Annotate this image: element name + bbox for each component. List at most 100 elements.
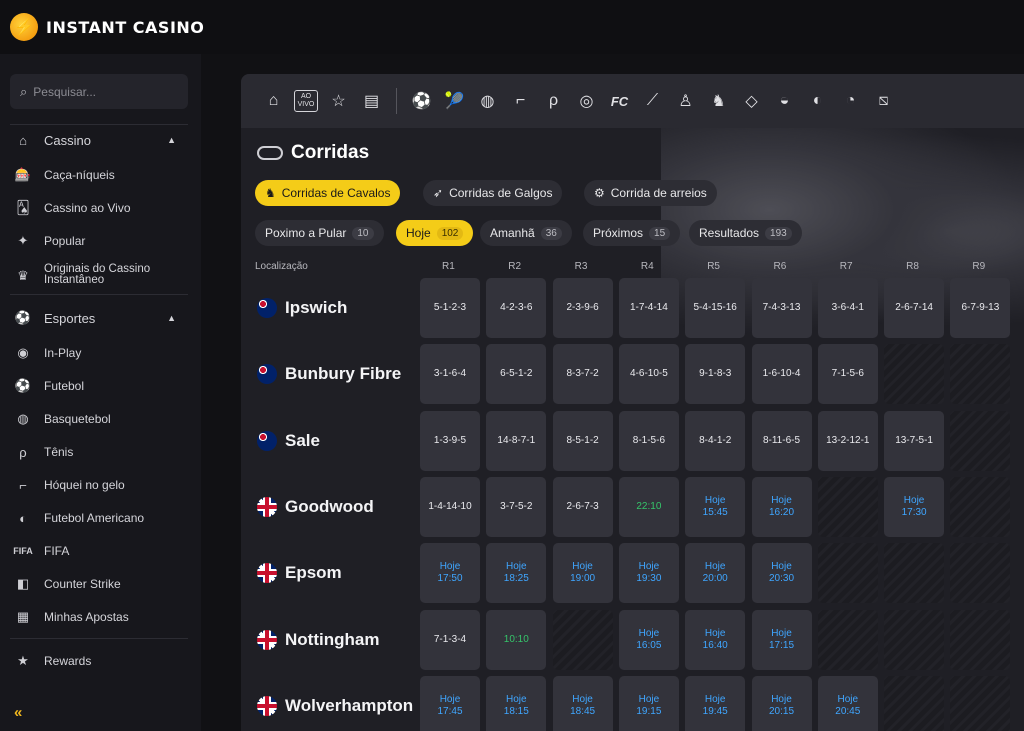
sidebar-item-live-casino[interactable]: 🂡 Cassino ao Vivo	[10, 193, 188, 223]
live-icon[interactable]: AO VIVO	[294, 90, 318, 112]
race-cell[interactable]: 1-6-10-4	[751, 344, 812, 405]
race-cell[interactable]: 14-8-7-1	[486, 410, 547, 471]
race-cell[interactable]: Hoje 20:45	[817, 675, 878, 731]
lightning-bolt-icon[interactable]: ⚡	[10, 13, 38, 41]
race-cell[interactable]: Hoje 19:45	[685, 675, 746, 731]
race-cell[interactable]: 1-7-4-14	[618, 278, 679, 338]
star-icon[interactable]: ☆	[322, 91, 355, 111]
esoccer-icon[interactable]: ◔	[834, 92, 867, 110]
sidebar-item-popular[interactable]: ✦ Popular	[10, 226, 188, 256]
venue-row-label[interactable]: Epsom	[257, 543, 417, 603]
race-cell[interactable]: 10:10	[486, 609, 547, 670]
double-chevron-left-icon[interactable]: «	[14, 704, 22, 721]
filter-next-to-jump[interactable]: Poximo a Pular 10	[255, 220, 384, 246]
sidebar-item-rewards[interactable]: ★ Rewards	[10, 646, 188, 676]
venue-row-label[interactable]: Ipswich	[257, 278, 417, 338]
race-cell[interactable]: 8-3-7-2	[552, 344, 613, 405]
sidebar-item-soccer[interactable]: ⚽ Futebol	[10, 371, 188, 401]
sidebar-item-originals[interactable]: ♛ Originais do Cassino Instantâneo	[10, 260, 188, 290]
basketball-icon[interactable]: ◍	[471, 91, 504, 111]
sidebar-item-tennis[interactable]: ρ Tênis	[10, 437, 188, 467]
race-cell[interactable]: 3-7-5-2	[486, 476, 547, 537]
race-cell[interactable]: Hoje 16:40	[685, 609, 746, 670]
race-cell[interactable]: Hoje 19:00	[552, 543, 613, 604]
brand-logo[interactable]: INSTANT CASINO	[46, 18, 204, 37]
venue-row-label[interactable]: Bunbury Fibre	[257, 344, 417, 404]
volleyball-icon[interactable]: ◒	[768, 92, 801, 110]
baseball-icon[interactable]: ⟋	[636, 92, 669, 110]
race-cell[interactable]: 3-1-6-4	[420, 344, 480, 405]
race-cell[interactable]: 5-4-15-16	[685, 278, 746, 338]
filter-upcoming[interactable]: Próximos 15	[583, 220, 681, 246]
race-cell[interactable]: Hoje 20:00	[685, 543, 746, 604]
tab-harness-racing[interactable]: ⚙ Corrida de arreios	[584, 180, 717, 206]
race-cell[interactable]: 4-2-3-6	[486, 278, 547, 338]
race-cell[interactable]: 7-1-5-6	[817, 344, 878, 405]
race-cell[interactable]: Hoje 18:15	[486, 675, 547, 731]
race-cell[interactable]: Hoje 19:15	[618, 675, 679, 731]
sidebar-item-fifa[interactable]: FIFA FIFA	[10, 536, 188, 566]
sidebar-item-counter-strike[interactable]: ◧ Counter Strike	[10, 569, 188, 599]
race-cell[interactable]: 3-6-4-1	[817, 278, 878, 338]
race-cell[interactable]: 1-3-9-5	[420, 410, 480, 471]
race-cell[interactable]: 6-5-1-2	[486, 344, 547, 405]
race-cell[interactable]: Hoje 18:25	[486, 543, 547, 604]
race-cell[interactable]: 1-4-14-10	[420, 476, 480, 537]
race-cell[interactable]: 5-1-2-3	[420, 278, 480, 338]
race-cell[interactable]: 22:10	[618, 476, 679, 537]
race-cell[interactable]: 7-4-3-13	[751, 278, 812, 338]
race-cell[interactable]: Hoje 17:45	[420, 675, 480, 731]
race-cell[interactable]: Hoje 17:30	[884, 476, 945, 537]
cricket-icon[interactable]: ◇	[735, 91, 768, 111]
table-tennis-icon[interactable]: ρ	[537, 92, 570, 110]
race-cell[interactable]: 7-1-3-4	[420, 609, 480, 670]
sidebar-item-basketball[interactable]: ◍ Basquetebol	[10, 404, 188, 434]
betslip-icon[interactable]: ▤	[355, 91, 388, 111]
race-cell[interactable]: 6-7-9-13	[950, 278, 1011, 338]
race-cell[interactable]: Hoje 16:20	[751, 476, 812, 537]
race-cell[interactable]: 8-4-1-2	[685, 410, 746, 471]
venue-row-label[interactable]: Sale	[257, 411, 417, 471]
tab-horse-racing[interactable]: ♞ Corridas de Cavalos	[255, 180, 401, 206]
counter-strike-icon[interactable]: ♙	[669, 91, 702, 111]
sidebar-group-sports[interactable]: ⚽ Esportes ▲	[10, 303, 188, 333]
race-cell[interactable]: 8-11-6-5	[751, 410, 812, 471]
esports-icon[interactable]: ◎	[570, 91, 603, 111]
race-cell[interactable]: Hoje 16:05	[618, 609, 679, 670]
race-cell[interactable]: 2-6-7-3	[552, 476, 613, 537]
race-cell[interactable]: 2-6-7-14	[884, 278, 945, 338]
tennis-icon[interactable]: 🎾	[438, 91, 471, 111]
soccer-icon[interactable]: ⚽	[405, 91, 438, 111]
race-cell[interactable]: Hoje 20:15	[751, 675, 812, 731]
american-football-icon[interactable]: ◐	[801, 92, 834, 110]
race-cell[interactable]: Hoje 15:45	[685, 476, 746, 537]
filter-today[interactable]: Hoje 102	[396, 220, 474, 246]
search-input[interactable]: ⌕ Pesquisar...	[10, 74, 188, 109]
race-cell[interactable]: 2-3-9-6	[552, 278, 613, 338]
sidebar-item-slots[interactable]: 🎰 Caça-níqueis	[10, 160, 188, 190]
race-cell[interactable]: 13-2-12-1	[817, 410, 878, 471]
fc-icon[interactable]: FC	[603, 94, 636, 109]
race-cell[interactable]: 9-1-8-3	[685, 344, 746, 405]
race-cell[interactable]: Hoje 19:30	[618, 543, 679, 604]
home-icon[interactable]: ⌂	[257, 92, 290, 110]
sidebar-item-in-play[interactable]: ◉ In-Play	[10, 338, 188, 368]
race-cell[interactable]: Hoje 17:50	[420, 543, 480, 604]
sidebar-item-ice-hockey[interactable]: ⌐ Hóquei no gelo	[10, 470, 188, 500]
race-cell[interactable]: 8-1-5-6	[618, 410, 679, 471]
horse-racing-icon[interactable]: ♞	[702, 91, 735, 111]
race-cell[interactable]: 4-6-10-5	[618, 344, 679, 405]
sidebar-item-my-bets[interactable]: ▦ Minhas Apostas	[10, 602, 188, 632]
race-cell[interactable]: 13-7-5-1	[884, 410, 945, 471]
race-cell[interactable]: 8-5-1-2	[552, 410, 613, 471]
venue-row-label[interactable]: Wolverhampton	[257, 676, 417, 731]
race-cell[interactable]: Hoje 20:30	[751, 543, 812, 604]
filter-tomorrow[interactable]: Amanhã 36	[480, 220, 572, 246]
venue-row-label[interactable]: Goodwood	[257, 477, 417, 537]
sidebar-item-american-football[interactable]: ◐ Futebol Americano	[10, 503, 188, 533]
venue-row-label[interactable]: Nottingham	[257, 610, 417, 670]
race-cell[interactable]: Hoje 17:15	[751, 609, 812, 670]
filter-results[interactable]: Resultados 193	[689, 220, 802, 246]
sidebar-group-casino[interactable]: ⌂ Cassino ▲	[10, 125, 188, 155]
more-icon[interactable]: ⧅	[867, 92, 900, 110]
